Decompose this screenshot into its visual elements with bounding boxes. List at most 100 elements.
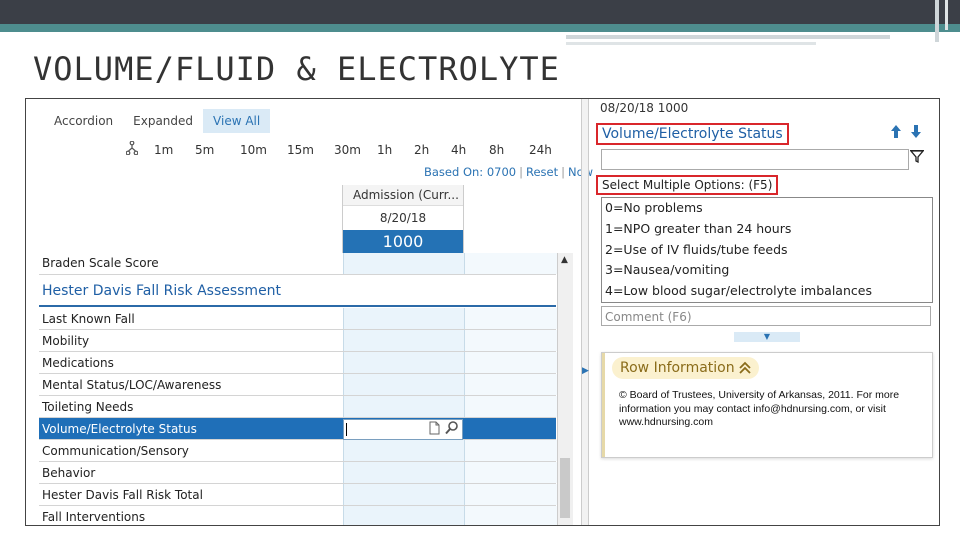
expand-down-icon[interactable]: ▼ <box>734 332 800 342</box>
grid-cell[interactable] <box>343 462 464 483</box>
row-label: Mental Status/LOC/Awareness <box>42 378 222 392</box>
row-label: Fall Interventions <box>42 510 146 524</box>
grid-cell[interactable] <box>343 374 464 395</box>
row-label: Toileting Needs <box>42 400 134 414</box>
select-multiple-label: Select Multiple Options: (F5) <box>596 175 779 195</box>
table-row[interactable]: Behavior <box>39 462 557 484</box>
row-information-header[interactable]: Row Information <box>612 357 759 379</box>
column-header-label: Admission (Curr... <box>343 185 463 206</box>
timescale-2h[interactable]: 2h <box>414 143 451 157</box>
grid-cell[interactable] <box>343 484 464 505</box>
result-datetime: 08/20/18 1000 <box>600 101 689 115</box>
row-label: Medications <box>42 356 114 370</box>
based-on-bar: Based On: 0700|Reset|Now <box>421 165 596 179</box>
scroll-up-icon[interactable]: ▲ <box>561 255 568 265</box>
table-row-selected[interactable]: Volume/Electrolyte Status <box>39 418 556 440</box>
timescale-8h[interactable]: 8h <box>489 143 529 157</box>
ehr-screenshot: Accordion Expanded View All 1m 5m 10m 15… <box>25 98 940 526</box>
grid-cell <box>464 484 557 505</box>
column-header-admission[interactable]: Admission (Curr... 8/20/18 1000 <box>343 185 463 254</box>
grid-cell[interactable] <box>343 253 464 274</box>
row-information-text: © Board of Trustees, University of Arkan… <box>619 389 900 428</box>
table-row[interactable]: Toileting Needs <box>39 396 557 418</box>
tab-accordion[interactable]: Accordion <box>44 109 123 133</box>
flowsheet-grid: Braden Scale Score Hester Davis Fall Ris… <box>39 253 557 525</box>
time-scale: 1m 5m 10m 15m 30m 1h 2h 4h 8h 24h <box>125 140 559 159</box>
text-caret <box>346 423 347 436</box>
grid-cell <box>464 440 557 461</box>
row-label: Communication/Sensory <box>42 444 189 458</box>
column-divider <box>463 185 464 253</box>
section-header-row: Hester Davis Fall Risk Assessment <box>39 275 556 307</box>
tab-expanded[interactable]: Expanded <box>123 109 203 133</box>
grid-scrollbar[interactable]: ▲ <box>557 253 573 525</box>
decor-line <box>935 0 939 42</box>
hierarchy-icon[interactable] <box>125 140 142 159</box>
panel-accent-bar <box>602 353 605 457</box>
timescale-1m[interactable]: 1m <box>154 143 195 157</box>
grid-cell[interactable] <box>343 396 464 417</box>
up-arrow-icon[interactable] <box>891 125 905 142</box>
list-item[interactable]: 2=Use of IV fluids/tube feeds <box>602 240 932 261</box>
table-row[interactable]: Medications <box>39 352 557 374</box>
volume-electrolyte-input[interactable] <box>343 419 463 440</box>
table-row[interactable]: Mobility <box>39 330 557 352</box>
detail-title: Volume/Electrolyte Status <box>596 123 789 145</box>
decor-line <box>566 42 816 45</box>
filter-icon[interactable] <box>909 149 925 167</box>
sort-arrows <box>891 125 927 142</box>
document-icon[interactable] <box>429 421 440 439</box>
detail-pane: 08/20/18 1000 Volume/Electrolyte Status … <box>588 99 939 525</box>
magnifier-icon[interactable] <box>445 420 459 439</box>
row-information-title: Row Information <box>620 360 735 376</box>
slide-header-band <box>0 0 960 24</box>
chevron-up-double-icon[interactable] <box>738 357 751 387</box>
table-row[interactable]: Braden Scale Score <box>39 253 557 275</box>
grid-cell[interactable] <box>343 506 464 525</box>
grid-cell[interactable] <box>343 330 464 351</box>
table-row[interactable]: Hester Davis Fall Risk Total <box>39 484 557 506</box>
grid-cell[interactable] <box>343 440 464 461</box>
reset-link[interactable]: Reset <box>523 165 561 179</box>
list-item[interactable]: 4=Low blood sugar/electrolyte imbalances <box>602 281 932 302</box>
table-row[interactable]: Last Known Fall <box>39 308 557 330</box>
grid-cell <box>464 308 557 329</box>
section-title: Hester Davis Fall Risk Assessment <box>42 283 282 299</box>
down-arrow-icon[interactable] <box>911 125 922 142</box>
flowsheet-pane: Accordion Expanded View All 1m 5m 10m 15… <box>26 99 593 525</box>
table-row[interactable]: Communication/Sensory <box>39 440 557 462</box>
row-label: Volume/Electrolyte Status <box>42 422 197 436</box>
grid-cell[interactable] <box>343 308 464 329</box>
grid-cell <box>464 352 557 373</box>
table-row[interactable]: Fall Interventions <box>39 506 557 525</box>
search-input[interactable] <box>601 149 909 170</box>
based-on-link[interactable]: Based On: 0700 <box>421 165 519 179</box>
grid-cell <box>464 462 557 483</box>
timescale-4h[interactable]: 4h <box>451 143 489 157</box>
options-list: 0=No problems 1=NPO greater than 24 hour… <box>601 197 933 303</box>
row-label: Last Known Fall <box>42 312 135 326</box>
list-item[interactable]: 1=NPO greater than 24 hours <box>602 219 932 240</box>
slide-title: VOLUME/FLUID & ELECTROLYTE <box>33 50 560 88</box>
grid-cell[interactable] <box>343 352 464 373</box>
timescale-1h[interactable]: 1h <box>377 143 414 157</box>
row-label: Behavior <box>42 466 96 480</box>
timescale-30m[interactable]: 30m <box>334 143 377 157</box>
view-tabs: Accordion Expanded View All <box>44 109 271 133</box>
tab-view-all[interactable]: View All <box>203 109 271 133</box>
timescale-5m[interactable]: 5m <box>195 143 240 157</box>
column-time: 1000 <box>343 230 463 254</box>
list-item[interactable]: 3=Nausea/vomiting <box>602 260 932 281</box>
decor-line <box>566 35 890 39</box>
timescale-24h[interactable]: 24h <box>529 143 559 157</box>
table-row[interactable]: Mental Status/LOC/Awareness <box>39 374 557 396</box>
list-item[interactable]: 0=No problems <box>602 198 932 219</box>
column-date: 8/20/18 <box>379 211 427 225</box>
scroll-thumb[interactable] <box>560 458 570 518</box>
row-label: Mobility <box>42 334 90 348</box>
grid-cell <box>464 374 557 395</box>
timescale-10m[interactable]: 10m <box>240 143 287 157</box>
comment-field[interactable]: Comment (F6) <box>601 306 931 326</box>
timescale-15m[interactable]: 15m <box>287 143 334 157</box>
grid-cell <box>464 330 557 351</box>
